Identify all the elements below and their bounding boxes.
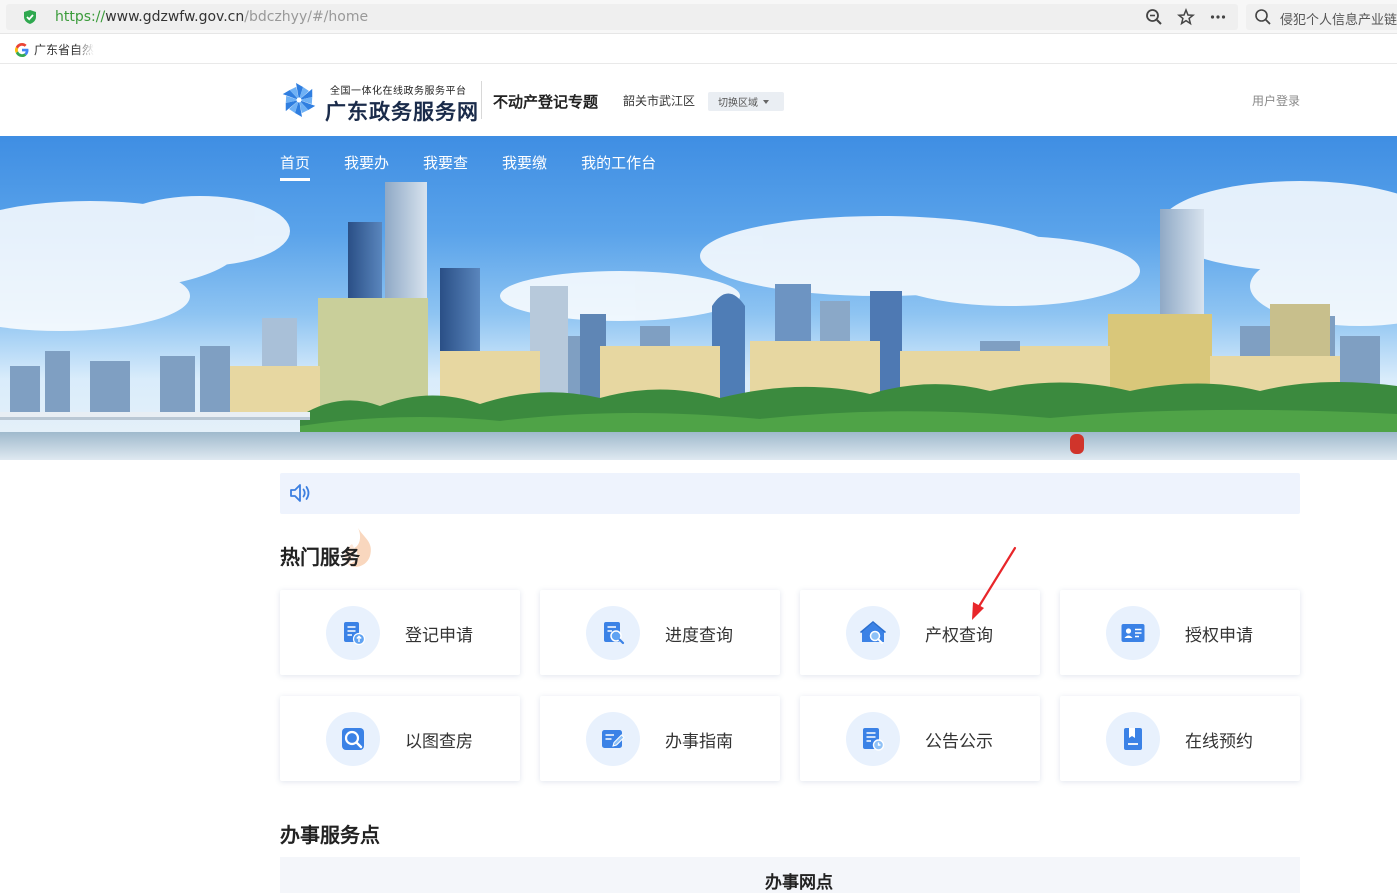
nav-item-pay[interactable]: 我要缴 bbox=[502, 152, 547, 181]
url-text[interactable]: https://www.gdzwfw.gov.cn/bdczhyy/#/home bbox=[55, 8, 368, 26]
service-points-column-header: 办事网点 bbox=[765, 873, 833, 893]
service-label: 授权申请 bbox=[1185, 626, 1253, 646]
service-card-register[interactable]: 登记申请 bbox=[280, 590, 520, 675]
document-upload-icon bbox=[326, 606, 380, 660]
hero-banner: 首页 我要办 我要查 我要缴 我的工作台 bbox=[0, 136, 1397, 460]
service-card-progress[interactable]: 进度查询 bbox=[540, 590, 780, 675]
service-label: 公告公示 bbox=[925, 732, 993, 752]
service-points-title: 办事服务点 bbox=[280, 823, 380, 847]
pinwheel-logo-icon[interactable] bbox=[280, 81, 318, 119]
url-host: www.gdzwfw.gov.cn bbox=[105, 9, 245, 25]
bookmark-icon bbox=[1106, 712, 1160, 766]
platform-subtitle: 全国一体化在线政务服务平台 bbox=[330, 86, 467, 97]
nav-item-home[interactable]: 首页 bbox=[280, 152, 311, 181]
speaker-icon bbox=[290, 484, 310, 502]
bookmark-item[interactable]: 广东省自然 bbox=[14, 41, 94, 58]
main-nav: 首页 我要办 我要查 我要缴 我的工作台 bbox=[280, 152, 690, 181]
service-card-notice[interactable]: 公告公示 bbox=[800, 696, 1040, 781]
service-card-authorize[interactable]: 授权申请 bbox=[1060, 590, 1300, 675]
url-path: /bdczhyy/#/home bbox=[244, 9, 369, 25]
url-scheme: https:// bbox=[55, 9, 106, 25]
bookmarks-bar: 广东省自然 bbox=[0, 35, 1397, 64]
city-skyline-image bbox=[0, 181, 1397, 460]
bookmark-label: 广东省自然 bbox=[34, 43, 94, 57]
switch-region-button[interactable]: 切换区域 bbox=[708, 92, 784, 111]
switch-region-label: 切换区域 bbox=[718, 98, 758, 109]
search-text: 侵犯个人信息产业链 bbox=[1280, 13, 1397, 28]
notice-bar[interactable] bbox=[280, 473, 1300, 514]
star-bookmark-icon[interactable] bbox=[1176, 7, 1196, 27]
site-title[interactable]: 广东政务服务网 bbox=[325, 96, 479, 126]
more-options-icon[interactable] bbox=[1208, 7, 1228, 27]
id-card-icon bbox=[1106, 606, 1160, 660]
header-divider bbox=[481, 81, 482, 119]
search-icon bbox=[1255, 9, 1271, 25]
service-label: 在线预约 bbox=[1185, 732, 1253, 752]
annotation-arrow-icon bbox=[972, 546, 1017, 620]
browser-toolbar: https://www.gdzwfw.gov.cn/bdczhyy/#/home… bbox=[0, 0, 1397, 34]
document-search-icon bbox=[586, 606, 640, 660]
service-card-appointment[interactable]: 在线预约 bbox=[1060, 696, 1300, 781]
nav-item-apply[interactable]: 我要办 bbox=[344, 152, 389, 181]
notice-clock-icon bbox=[846, 712, 900, 766]
nav-item-workbench[interactable]: 我的工作台 bbox=[581, 152, 656, 181]
user-login-link[interactable]: 用户登录 bbox=[1252, 92, 1300, 109]
site-header: 全国一体化在线政务服务平台 广东政务服务网 不动产登记专题 韶关市武江区 切换区… bbox=[0, 65, 1397, 136]
secure-shield-icon bbox=[24, 10, 36, 24]
service-label: 进度查询 bbox=[665, 626, 733, 646]
zoom-icon[interactable] bbox=[1144, 7, 1164, 27]
service-card-map-search[interactable]: 以图查房 bbox=[280, 696, 520, 781]
address-bar[interactable]: https://www.gdzwfw.gov.cn/bdczhyy/#/home bbox=[6, 4, 1238, 30]
caret-down-icon bbox=[763, 99, 769, 104]
service-card-guide[interactable]: 办事指南 bbox=[540, 696, 780, 781]
guide-edit-icon bbox=[586, 712, 640, 766]
hot-services-title: 热门服务 bbox=[280, 545, 360, 569]
nav-item-query[interactable]: 我要查 bbox=[423, 152, 468, 181]
google-g-icon bbox=[15, 42, 29, 57]
current-region: 韶关市武江区 bbox=[623, 94, 696, 108]
service-label: 以图查房 bbox=[405, 732, 473, 752]
map-search-icon bbox=[326, 712, 380, 766]
topic-title: 不动产登记专题 bbox=[493, 93, 599, 111]
house-search-icon bbox=[846, 606, 900, 660]
service-label: 登记申请 bbox=[405, 626, 473, 646]
service-label: 办事指南 bbox=[665, 732, 733, 752]
browser-search-box[interactable]: 侵犯个人信息产业链 bbox=[1246, 4, 1397, 30]
